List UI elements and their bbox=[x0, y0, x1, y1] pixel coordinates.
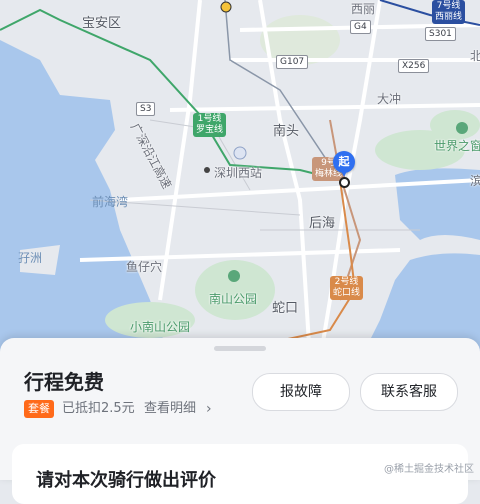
metro-line2-station: 蛇口线 bbox=[333, 288, 361, 298]
road-tag-x256: X256 bbox=[398, 59, 430, 73]
report-fault-button[interactable]: 报故障 bbox=[252, 373, 350, 411]
map-label-bei: 北 bbox=[470, 49, 480, 63]
metro-tag-line7: 7号线 西丽线 bbox=[432, 0, 466, 24]
map-label-zizhou: 孖洲 bbox=[18, 251, 43, 265]
rating-prompt: 请对本次骑行做出评价 bbox=[36, 470, 216, 491]
map-label-nanshan-park: 南山公园 bbox=[209, 292, 258, 306]
metro-line7-station: 西丽线 bbox=[435, 12, 463, 22]
metro-line1-name: 1号线 bbox=[197, 114, 222, 124]
map-label-yuzaixue: 鱼仔穴 bbox=[126, 260, 163, 274]
trip-summary-sheet: 行程免费 套餐 已抵扣2.5元 查看明细 › 报故障 联系客服 请对本次骑行做出… bbox=[0, 338, 480, 504]
drag-handle[interactable] bbox=[214, 346, 266, 351]
metro-line7-name: 7号线 bbox=[436, 1, 461, 11]
map-label-qianhai-bay: 前海湾 bbox=[92, 195, 129, 209]
map-label-window-of-world: 世界之窗 bbox=[434, 139, 480, 153]
package-badge: 套餐 bbox=[24, 400, 54, 418]
chevron-right-icon[interactable]: › bbox=[206, 400, 212, 418]
map-view[interactable]: 宝安区 西丽 大冲 南头 深圳西站 后海 前海湾 孖洲 鱼仔穴 南山公园 蛇口 … bbox=[0, 0, 480, 361]
map-label-baoan: 宝安区 bbox=[82, 16, 122, 31]
view-details-link[interactable]: 查看明细 bbox=[144, 400, 196, 418]
road-tag-s3: S3 bbox=[136, 102, 156, 116]
trip-title: 行程免费 bbox=[24, 370, 104, 394]
contact-support-button[interactable]: 联系客服 bbox=[360, 373, 458, 411]
metro-line2-name: 2号线 bbox=[334, 277, 359, 287]
map-label-nantou: 南头 bbox=[273, 124, 300, 139]
metro-line1-station: 罗宝线 bbox=[196, 125, 224, 135]
map-label-daichong: 大冲 bbox=[377, 92, 402, 106]
start-location-pin[interactable]: 起 bbox=[333, 151, 355, 177]
start-location-dot bbox=[339, 177, 350, 188]
road-tag-s301: S301 bbox=[425, 27, 456, 41]
map-label-xiao-nanshan-park: 小南山公园 bbox=[130, 320, 191, 334]
map-label-shekou: 蛇口 bbox=[272, 301, 299, 316]
map-label-houhai: 后海 bbox=[309, 216, 336, 231]
road-tag-g4: G4 bbox=[350, 20, 371, 34]
metro-tag-line1: 1号线 罗宝线 bbox=[193, 113, 227, 137]
metro-tag-line2: 2号线 蛇口线 bbox=[330, 276, 364, 300]
map-label-bin: 滨 bbox=[470, 174, 480, 188]
road-tag-g107: G107 bbox=[276, 55, 309, 69]
watermark: @稀土掘金技术社区 bbox=[384, 464, 474, 475]
map-label-xili: 西丽 bbox=[351, 2, 376, 16]
map-label-shenzhen-west: 深圳西站 bbox=[214, 166, 263, 180]
discount-text: 已抵扣2.5元 bbox=[62, 401, 135, 416]
